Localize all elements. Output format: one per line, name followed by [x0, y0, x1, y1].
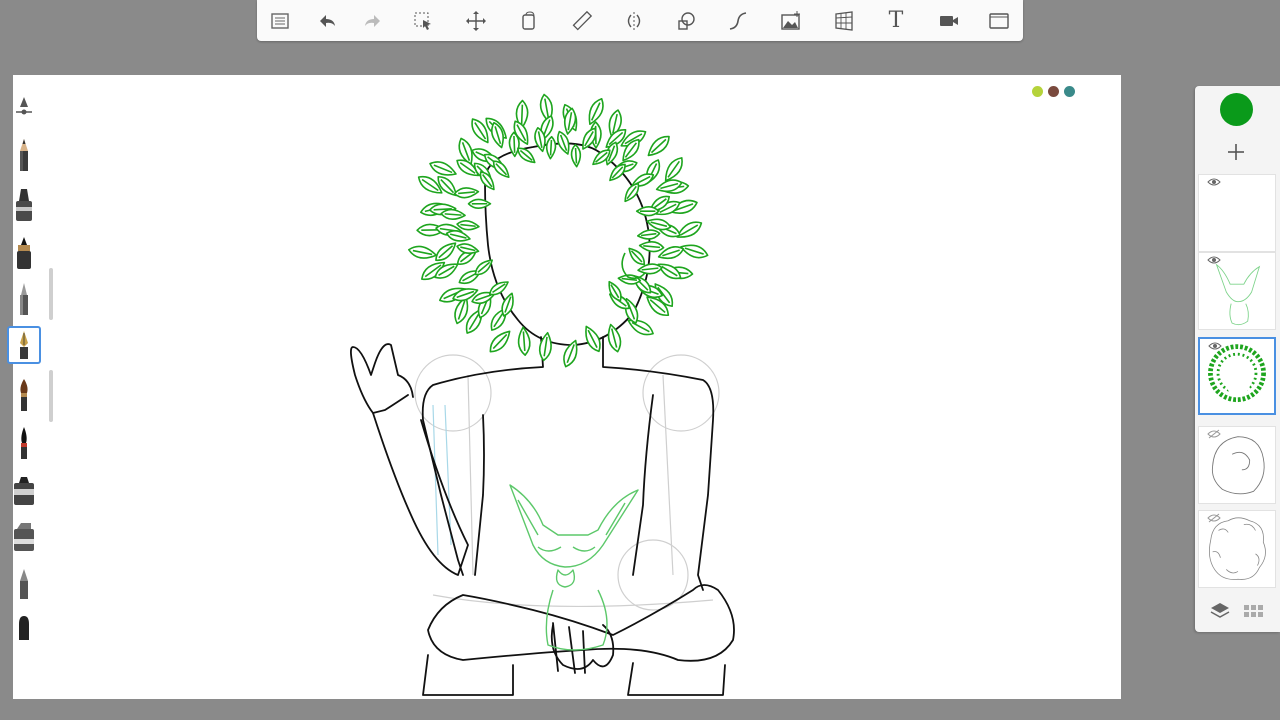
hair-leaf: [563, 339, 578, 368]
current-color-swatch[interactable]: [1220, 93, 1253, 126]
marker-brush-icon[interactable]: [7, 186, 41, 224]
hair-leaves: [407, 93, 709, 368]
layer-curly-sketch[interactable]: [1198, 510, 1276, 588]
hair-leaf: [435, 242, 457, 262]
hair-leaf: [647, 135, 670, 157]
puck-color-3[interactable]: [1064, 86, 1075, 97]
hair-leaf: [440, 208, 466, 220]
hair-leaf: [407, 245, 438, 259]
shape-icon[interactable]: [671, 6, 701, 36]
hair-leaf: [570, 143, 582, 168]
fountain-pen-brush-icon[interactable]: [7, 326, 41, 364]
perspective-icon[interactable]: [829, 6, 859, 36]
grid-view-icon[interactable]: [1242, 600, 1264, 622]
airbrush-brush-icon[interactable]: [7, 564, 41, 602]
hair-leaf: [538, 331, 552, 362]
hair-leaf: [467, 198, 492, 210]
add-layer-icon[interactable]: [1223, 142, 1249, 168]
pencil-brush-icon[interactable]: [7, 136, 41, 174]
paintbrush-brush-icon[interactable]: [7, 376, 41, 414]
main-toolbar: T: [257, 0, 1023, 41]
hair-leaf: [638, 241, 665, 253]
layer-hair[interactable]: [1198, 337, 1276, 415]
visible-eye-icon[interactable]: [1207, 177, 1221, 187]
brush-scrollbar-upper[interactable]: [49, 268, 53, 320]
layer-empty[interactable]: [1198, 174, 1276, 252]
hair-leaf: [545, 135, 557, 160]
ink-brush-icon[interactable]: [7, 424, 41, 462]
hair-leaf: [635, 206, 660, 217]
puck-color-2[interactable]: [1048, 86, 1059, 97]
curve-icon[interactable]: [723, 6, 753, 36]
smudge-brush-icon[interactable]: [7, 608, 41, 646]
drawing-canvas[interactable]: [13, 75, 1121, 699]
ballpoint-brush-icon[interactable]: [7, 280, 41, 318]
hair-leaf: [617, 274, 642, 285]
brush-scrollbar-lower[interactable]: [49, 370, 53, 422]
undo-icon[interactable]: [312, 6, 342, 36]
text-icon[interactable]: T: [881, 6, 911, 36]
layers-panel: [1195, 86, 1280, 632]
brush-palette: [0, 84, 50, 640]
hair-leaf: [680, 244, 709, 259]
text-tool-label: T: [888, 8, 904, 33]
hair-leaf: [488, 281, 509, 296]
hair-leaf: [676, 221, 703, 238]
ink-pen-brush-icon[interactable]: [7, 234, 41, 272]
transform-icon[interactable]: [461, 6, 491, 36]
brush-size-slider-icon[interactable]: [7, 87, 41, 125]
ruler-icon[interactable]: [567, 6, 597, 36]
image-icon[interactable]: [776, 6, 806, 36]
flat-marker-brush-icon[interactable]: [7, 518, 41, 556]
hair-leaf: [429, 161, 457, 176]
puck-color-1[interactable]: [1032, 86, 1043, 97]
chisel-marker-brush-icon[interactable]: [7, 472, 41, 510]
fill-icon[interactable]: [514, 6, 544, 36]
hair-leaf: [489, 330, 511, 353]
selection-icon[interactable]: [408, 6, 438, 36]
hair-leaf: [492, 160, 510, 178]
hair-leaf: [609, 163, 626, 182]
layer-menu-icon[interactable]: [265, 6, 295, 36]
hair-leaf: [456, 243, 480, 255]
hair-leaf: [453, 187, 480, 199]
artwork: [350, 93, 735, 696]
record-icon[interactable]: [934, 6, 964, 36]
hair-leaf: [636, 229, 661, 240]
symmetry-icon[interactable]: [619, 6, 649, 36]
fullscreen-icon[interactable]: [984, 6, 1014, 36]
layer-fox-sketch[interactable]: [1198, 252, 1276, 330]
layer-stack-icon[interactable]: [1209, 600, 1231, 622]
redo-icon[interactable]: [358, 6, 388, 36]
layer-head-sketch[interactable]: [1198, 426, 1276, 504]
hair-leaf: [607, 323, 622, 353]
